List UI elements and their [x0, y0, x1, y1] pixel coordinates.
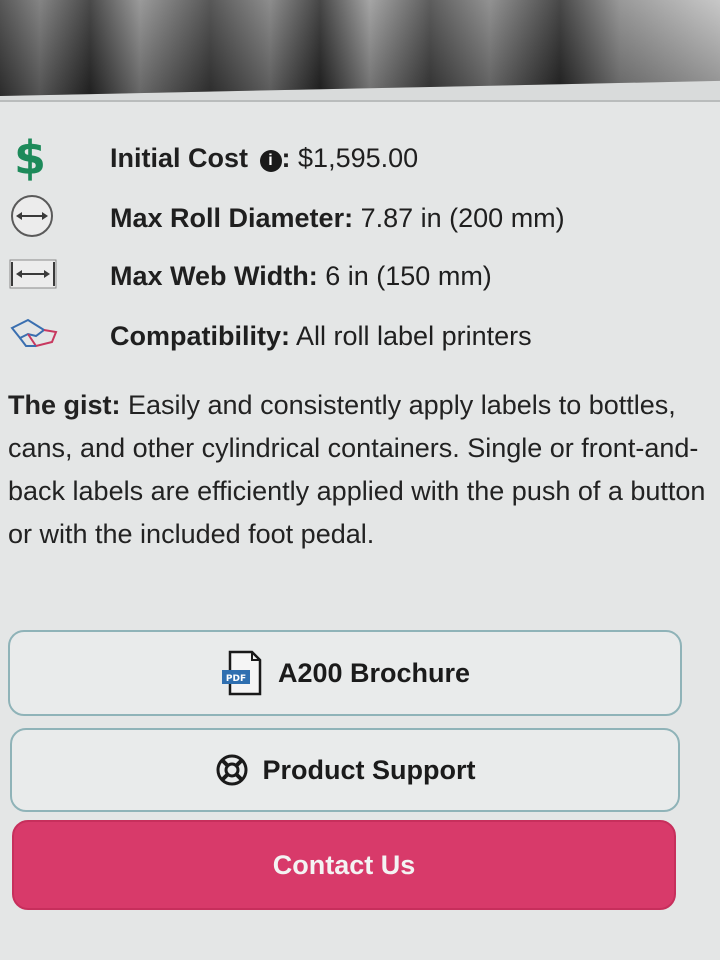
spec-initial-cost: $ Initial Cost i: $1,595.00 [0, 132, 720, 184]
spec-max-web-width: Max Web Width: 6 in (150 mm) [0, 250, 720, 302]
product-support-button-label: Product Support [262, 754, 476, 785]
product-summary: The gist: Easily and consistently apply … [8, 384, 708, 556]
spec-label: Initial Cost [110, 142, 249, 173]
roll-diameter-icon [6, 194, 62, 243]
product-image [0, 0, 720, 96]
dollar-icon: $ [14, 131, 47, 185]
spec-compatibility: Compatibility: All roll label printers [0, 310, 720, 362]
contact-us-button-label: Contact Us [272, 849, 416, 880]
summary-label: The gist: [8, 390, 121, 420]
info-icon[interactable]: i [259, 149, 282, 172]
web-width-icon [6, 254, 62, 299]
spec-value: All roll label printers [290, 320, 532, 351]
spec-label: Compatibility: [110, 320, 290, 351]
spec-separator: : [281, 142, 291, 173]
spec-value: $1,595.00 [290, 142, 419, 173]
pdf-icon-text: PDF [226, 674, 246, 684]
spec-value: 6 in (150 mm) [317, 260, 492, 291]
spec-value: 7.87 in (200 mm) [353, 202, 565, 233]
pdf-icon: PDF [220, 650, 264, 696]
spec-max-roll-diameter: Max Roll Diameter: 7.87 in (200 mm) [0, 192, 720, 244]
contact-us-button[interactable]: Contact Us [12, 820, 676, 910]
product-support-button[interactable]: Product Support [10, 728, 680, 812]
product-details: $ Initial Cost i: $1,595.00 Max Roll Dia… [0, 100, 720, 960]
lifebuoy-icon [215, 753, 249, 787]
compatibility-icon [6, 312, 62, 361]
brochure-button-label: A200 Brochure [277, 657, 471, 688]
brochure-button[interactable]: PDF A200 Brochure [8, 630, 682, 716]
spec-label: Max Roll Diameter: [110, 202, 354, 233]
spec-label: Max Web Width: [110, 260, 318, 291]
